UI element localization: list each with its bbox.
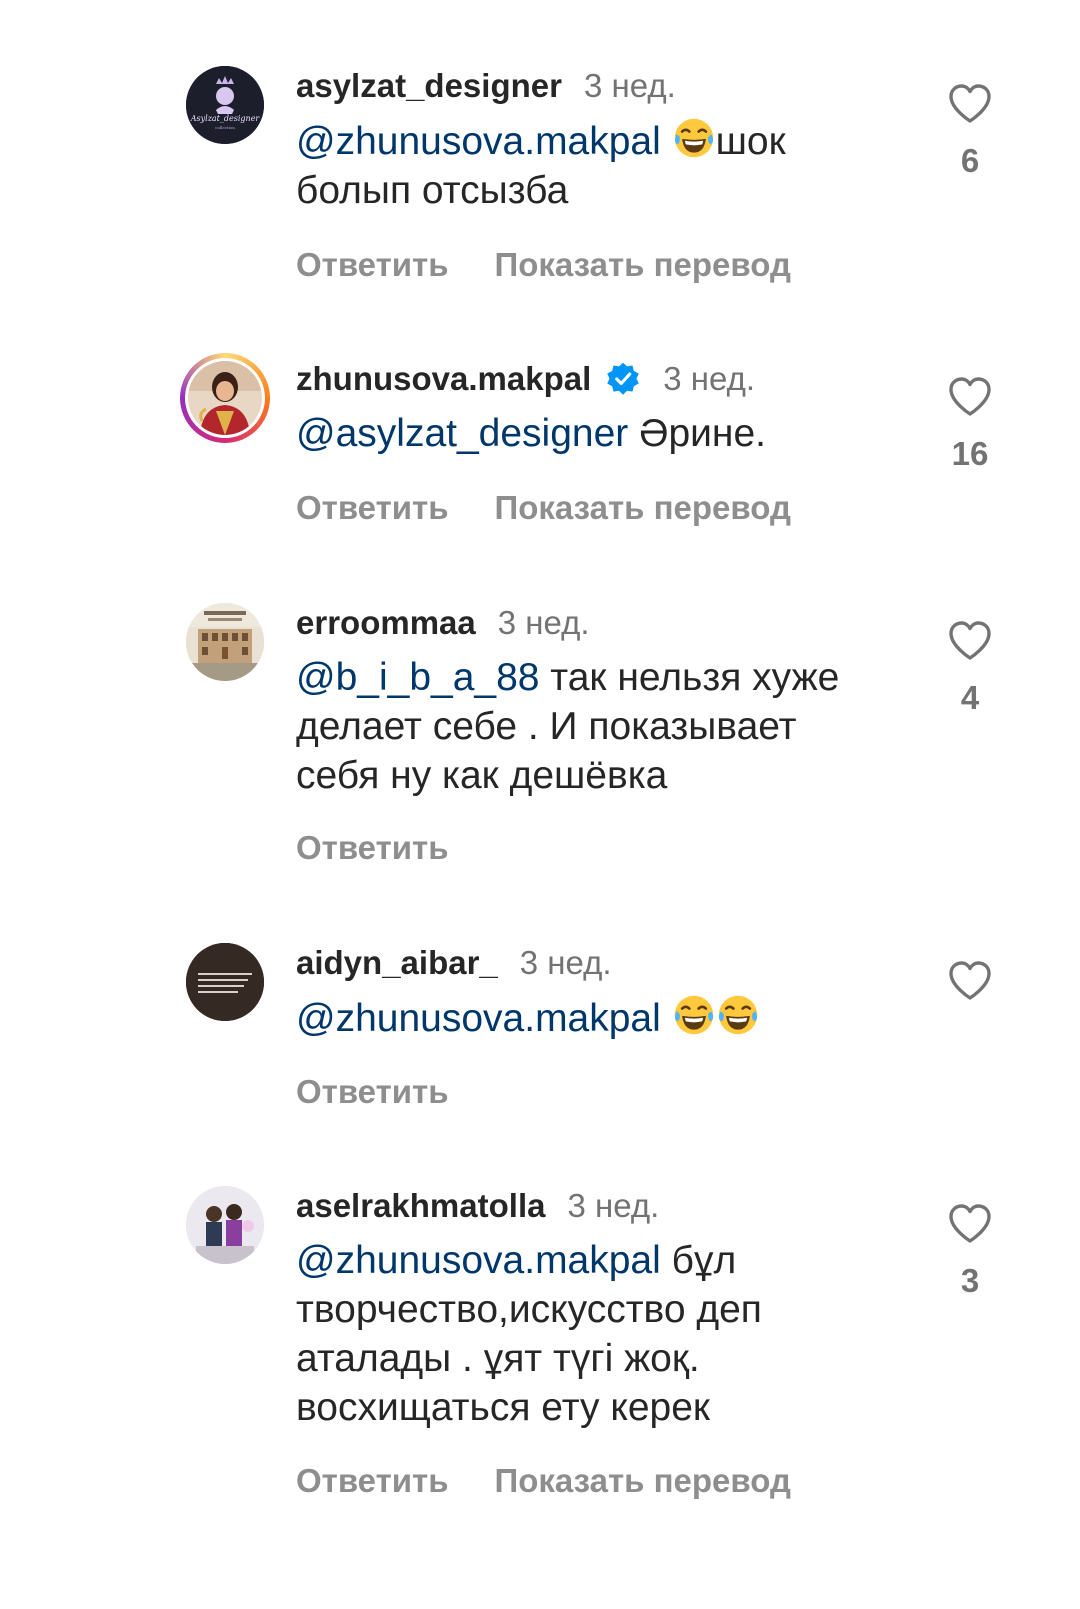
comment-text: @zhunusova.makpal бұл творчество,искусст…	[296, 1236, 886, 1432]
avatar-image	[186, 1186, 264, 1264]
reply-button[interactable]: Ответить	[296, 489, 449, 527]
avatar-image: Asylzat_designer collection	[186, 66, 264, 144]
heart-outline-icon[interactable]	[946, 80, 994, 128]
like-count: 3	[960, 1262, 980, 1299]
verified-badge-icon	[607, 362, 639, 395]
avatar[interactable]	[186, 1186, 264, 1264]
avatar[interactable]: Asylzat_designer collection	[186, 66, 264, 144]
like-control: 4	[945, 617, 995, 717]
mention-link[interactable]: @asylzat_designer	[296, 412, 628, 455]
avatar[interactable]	[186, 603, 264, 681]
comment-header: aselrakhmatolla 3 нед.	[296, 1186, 659, 1226]
comment-text: @b_i_b_a_88 так нельзя хуже делает себе …	[296, 653, 886, 800]
reply-button[interactable]: Ответить	[296, 1462, 449, 1500]
username[interactable]: zhunusova.makpal	[296, 360, 591, 398]
avatar-image	[186, 603, 264, 681]
username[interactable]: aidyn_aibar_	[296, 944, 498, 982]
svg-text:Asylzat_designer: Asylzat_designer	[190, 114, 261, 123]
timestamp: 3 нед.	[497, 604, 590, 641]
tears-of-joy-emoji	[716, 993, 760, 1037]
heart-outline-icon[interactable]	[946, 1200, 994, 1248]
avatar[interactable]	[186, 943, 264, 1021]
like-control: 6	[945, 80, 995, 180]
show-translation-button[interactable]: Показать перевод	[495, 1462, 791, 1500]
comment-header: erroommaa 3 нед.	[296, 603, 590, 643]
comment-header: zhunusova.makpal 3 нед.	[296, 359, 755, 399]
tears-of-joy-emoji	[672, 993, 716, 1037]
timestamp: 3 нед.	[583, 67, 676, 104]
reply-button[interactable]: Ответить	[296, 829, 449, 867]
comment-actions: Ответить	[296, 829, 495, 867]
tears-of-joy-emoji	[672, 116, 716, 160]
avatar-image	[188, 361, 262, 435]
like-count: 16	[951, 435, 989, 472]
comment-text: @zhunusova.makpal шок болып отсызба	[296, 116, 886, 215]
show-translation-button[interactable]: Показать перевод	[495, 489, 791, 527]
avatar-image	[186, 943, 264, 1021]
avatar[interactable]	[180, 353, 270, 443]
timestamp: 3 нед.	[663, 360, 756, 397]
comment-actions: Ответить	[296, 1073, 495, 1111]
timestamp: 3 нед.	[567, 1187, 660, 1224]
like-count: 6	[960, 142, 980, 179]
reply-button[interactable]: Ответить	[296, 246, 449, 284]
comment-actions: Ответить Показать перевод	[296, 246, 837, 284]
username[interactable]: asylzat_designer	[296, 67, 562, 105]
comment-header: aidyn_aibar_ 3 нед.	[296, 943, 612, 983]
timestamp: 3 нед.	[519, 944, 612, 981]
comment-actions: Ответить Показать перевод	[296, 489, 837, 527]
heart-outline-icon[interactable]	[946, 373, 994, 421]
like-control: 3	[945, 1200, 995, 1300]
mention-link[interactable]: @b_i_b_a_88	[296, 656, 539, 699]
heart-outline-icon[interactable]	[946, 957, 994, 1005]
heart-outline-icon[interactable]	[946, 617, 994, 665]
comment-body-text: Әрине.	[628, 412, 766, 455]
show-translation-button[interactable]: Показать перевод	[495, 246, 791, 284]
reply-button[interactable]: Ответить	[296, 1073, 449, 1111]
comment-text: @asylzat_designer Әрине.	[296, 409, 886, 458]
like-control: 16	[945, 373, 995, 473]
like-count: 4	[960, 679, 980, 716]
svg-text:collection: collection	[215, 125, 235, 130]
mention-link[interactable]: @zhunusova.makpal	[296, 1239, 661, 1282]
mention-link[interactable]: @zhunusova.makpal	[296, 997, 661, 1040]
comment-header: asylzat_designer 3 нед.	[296, 66, 676, 106]
username[interactable]: erroommaa	[296, 604, 476, 642]
username[interactable]: aselrakhmatolla	[296, 1187, 545, 1225]
comment-text: @zhunusova.makpal	[296, 993, 886, 1043]
comment-actions: Ответить Показать перевод	[296, 1462, 837, 1500]
like-control	[945, 957, 995, 1019]
mention-link[interactable]: @zhunusova.makpal	[296, 120, 661, 163]
